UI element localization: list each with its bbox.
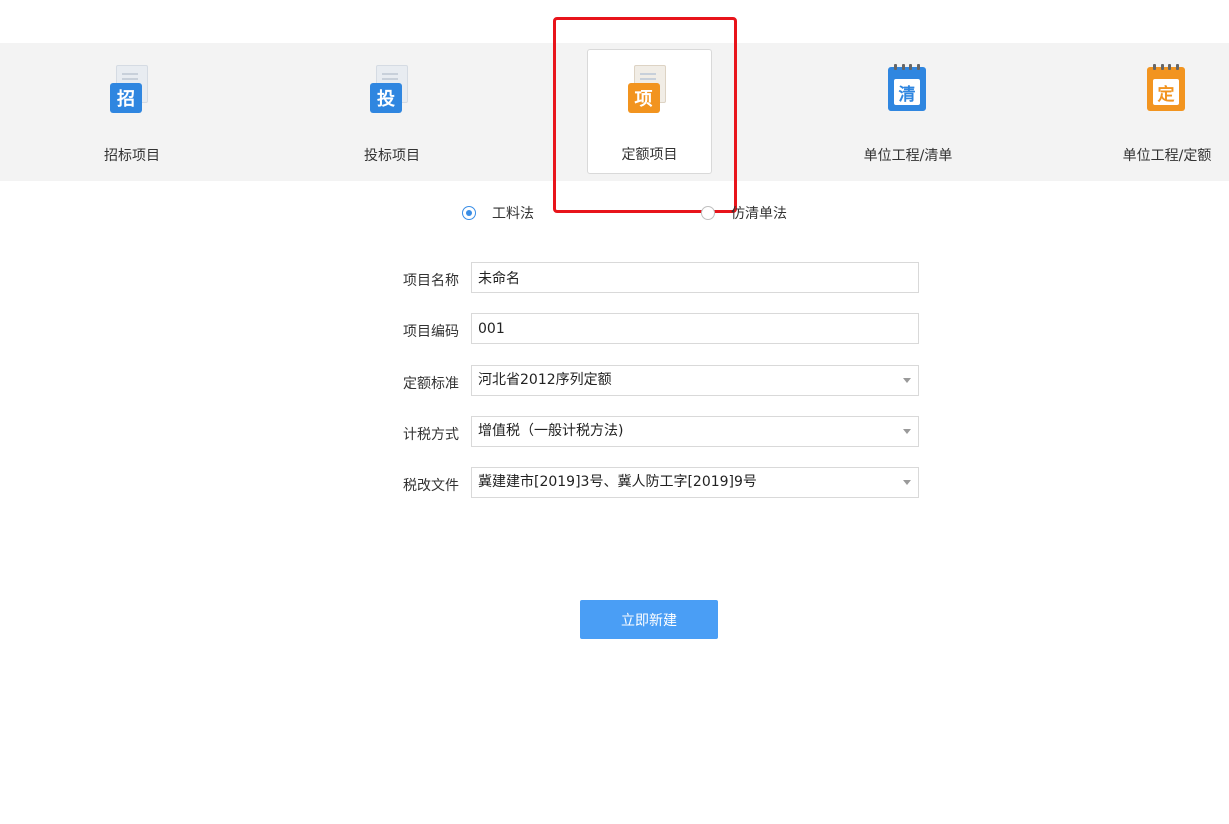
project-type-bid-submission[interactable]: 投 投标项目 (330, 43, 454, 181)
form-row-quota-standard: 定额标准 河北省2012序列定额 (0, 365, 1229, 397)
form-row-project-code: 项目编码 (0, 313, 1229, 345)
chevron-down-icon (903, 378, 911, 383)
quota-icon: 定 (1145, 64, 1189, 113)
radio-unchecked-icon (701, 206, 715, 220)
quota-standard-select[interactable]: 河北省2012序列定额 (471, 365, 919, 396)
radio-label: 仿清单法 (731, 206, 787, 222)
tax-method-select[interactable]: 增值税（一般计税方法) (471, 416, 919, 447)
method-radio-group: 工料法 仿清单法 (0, 203, 1229, 227)
bid-invitation-icon: 招 (110, 65, 154, 113)
project-code-label: 项目编码 (403, 324, 459, 340)
quota-standard-value: 河北省2012序列定额 (478, 372, 612, 388)
tax-method-value: 增值税（一般计税方法) (478, 423, 624, 439)
project-type-unit-bill[interactable]: 清 单位工程/清单 (846, 43, 970, 181)
project-type-bid-invitation[interactable]: 招 招标项目 (70, 43, 194, 181)
bill-list-icon: 清 (886, 64, 930, 113)
project-name-label: 项目名称 (403, 273, 459, 289)
form-row-tax-reform-file: 税改文件 冀建建市[2019]3号、冀人防工字[2019]9号 (0, 467, 1229, 499)
quota-project-icon: 项 (627, 65, 672, 113)
project-type-label: 招标项目 (104, 148, 160, 164)
radio-label: 工料法 (492, 206, 534, 222)
project-type-label: 单位工程/清单 (863, 148, 953, 164)
radio-labor-material-method[interactable]: 工料法 (462, 203, 534, 223)
project-type-quota-project[interactable]: 项 定额项目 (587, 49, 712, 174)
radio-imitation-bill-method[interactable]: 仿清单法 (701, 203, 787, 223)
form-row-project-name: 项目名称 (0, 262, 1229, 294)
quota-standard-label: 定额标准 (403, 376, 459, 392)
project-type-label: 定额项目 (621, 147, 678, 163)
tax-method-label: 计税方式 (403, 427, 459, 443)
project-type-bar: 招 招标项目 投 投标项目 项 定额项目 清 单位工程/清单 定 单位工程/定额 (0, 43, 1229, 181)
tax-reform-file-select[interactable]: 冀建建市[2019]3号、冀人防工字[2019]9号 (471, 467, 919, 498)
form-row-tax-method: 计税方式 增值税（一般计税方法) (0, 416, 1229, 448)
create-now-button[interactable]: 立即新建 (580, 600, 718, 639)
chevron-down-icon (903, 480, 911, 485)
tax-reform-file-value: 冀建建市[2019]3号、冀人防工字[2019]9号 (478, 474, 757, 490)
project-type-label: 投标项目 (364, 148, 420, 164)
tax-reform-file-label: 税改文件 (403, 478, 459, 494)
project-type-label: 单位工程/定额 (1122, 148, 1212, 164)
chevron-down-icon (903, 429, 911, 434)
bid-submission-icon: 投 (370, 65, 414, 113)
project-name-input[interactable] (471, 262, 919, 293)
project-type-unit-quota[interactable]: 定 单位工程/定额 (1105, 43, 1229, 181)
radio-checked-icon (462, 206, 476, 220)
project-code-input[interactable] (471, 313, 919, 344)
